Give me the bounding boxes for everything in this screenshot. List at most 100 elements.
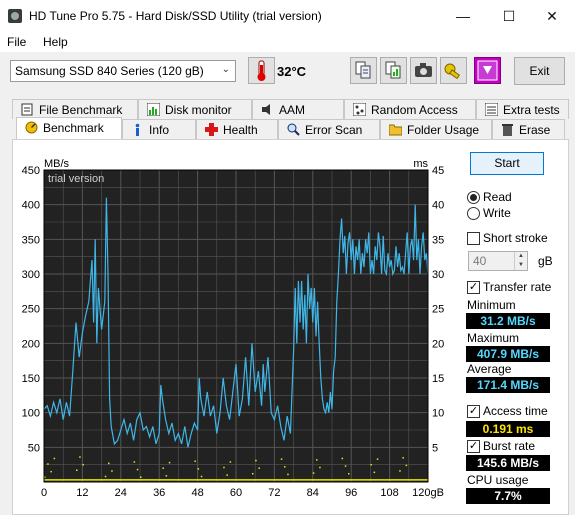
y-axis-label-left: MB/s — [44, 158, 70, 170]
y-tick-label-left: 400 — [22, 200, 40, 212]
drive-select[interactable]: Samsung SSD 840 Series (120 gB) ⌄ — [10, 60, 236, 82]
access-time-point — [348, 472, 350, 475]
copy-info-button[interactable] — [350, 57, 377, 84]
access-time-checkbox[interactable]: ✓ — [467, 405, 480, 418]
tab-health-label: Health — [223, 123, 258, 137]
tab-info[interactable]: Info — [122, 119, 196, 139]
access-time-point — [258, 467, 260, 469]
download-arrow-icon — [477, 60, 498, 81]
access-time-point — [223, 466, 225, 469]
menu-help[interactable]: Help — [43, 35, 68, 49]
window-title: HD Tune Pro 5.75 - Hard Disk/SSD Utility… — [29, 9, 322, 23]
save-button[interactable] — [474, 57, 501, 84]
tab-erase[interactable]: Erase — [492, 119, 565, 139]
write-radio[interactable] — [467, 207, 480, 220]
short-stroke-label: Short stroke — [483, 231, 548, 245]
menu-bar: File Help — [0, 32, 575, 52]
read-radio[interactable] — [467, 191, 480, 204]
start-button[interactable]: Start — [470, 152, 544, 175]
tab-random-access-label: Random Access — [371, 103, 458, 117]
options-button[interactable] — [440, 57, 467, 84]
tab-random-access[interactable]: Random Access — [344, 99, 476, 119]
access-time-point — [162, 467, 164, 469]
tab-erase-label: Erase — [519, 123, 551, 137]
access-time-point — [168, 461, 171, 464]
maximum-label: Maximum — [467, 331, 520, 345]
access-time-point — [405, 464, 408, 467]
short-stroke-checkbox[interactable] — [467, 232, 480, 245]
y-tick-label-right: 30 — [432, 269, 444, 281]
trial-watermark: trial version — [48, 173, 104, 185]
title-bar: HD Tune Pro 5.75 - Hard Disk/SSD Utility… — [0, 0, 575, 32]
temperature-button[interactable] — [248, 57, 275, 84]
tab-extra-tests[interactable]: Extra tests — [476, 99, 569, 119]
x-tick-label: 24 — [115, 487, 127, 499]
x-tick-label: 96 — [345, 487, 357, 499]
x-tick-label: 48 — [191, 487, 203, 499]
access-time-point — [50, 470, 52, 473]
access-time-point — [229, 461, 232, 463]
maximum-value: 407.9 MB/s — [466, 346, 550, 362]
access-time-point — [402, 457, 404, 459]
minimum-value: 31.2 MB/s — [466, 313, 550, 329]
close-button[interactable]: ✕ — [529, 0, 575, 32]
y-tick-label-left: 250 — [22, 304, 40, 316]
short-stroke-unit: gB — [538, 254, 553, 268]
y-tick-label-right: 10 — [432, 408, 444, 420]
folder-icon — [389, 124, 402, 136]
file-benchmark-icon — [21, 103, 33, 116]
maximize-button[interactable]: ☐ — [486, 0, 532, 32]
temperature-value: 32°C — [277, 64, 307, 79]
x-tick-label: 36 — [153, 487, 165, 499]
access-time-point — [133, 461, 136, 463]
transfer-rate-checkbox[interactable]: ✓ — [467, 281, 480, 294]
tab-aam-label: AAM — [279, 103, 306, 117]
access-time-point — [252, 472, 254, 475]
access-time-point — [53, 457, 56, 460]
tab-benchmark[interactable]: Benchmark — [16, 117, 122, 139]
copy-screenshot-button[interactable] — [380, 57, 407, 84]
access-time-point — [226, 474, 228, 476]
tab-folder-usage[interactable]: Folder Usage — [380, 119, 492, 139]
access-time-point — [284, 466, 286, 468]
minimize-button[interactable]: — — [440, 0, 486, 32]
tab-file-benchmark-label: File Benchmark — [39, 103, 123, 117]
access-time-point — [79, 456, 81, 458]
tab-disk-monitor[interactable]: Disk monitor — [138, 99, 252, 119]
access-time-point — [255, 459, 257, 462]
burst-rate-checkbox[interactable]: ✓ — [467, 440, 480, 453]
minimum-label: Minimum — [467, 298, 516, 312]
access-time-point — [319, 466, 321, 469]
hd-tune-app-icon — [8, 9, 22, 23]
y-tick-label-left: 300 — [22, 269, 40, 281]
x-tick-label: 12 — [76, 487, 88, 499]
chevron-down-icon: ⌄ — [221, 64, 230, 75]
access-time-point — [316, 459, 318, 461]
access-time-point — [197, 468, 200, 470]
x-tick-label: 72 — [268, 487, 280, 499]
tab-error-scan[interactable]: Error Scan — [278, 119, 380, 139]
tab-aam[interactable]: AAM — [252, 99, 344, 119]
y-tick-label-left: 450 — [22, 165, 40, 177]
cpu-usage-label: CPU usage — [467, 473, 529, 487]
screenshot-button[interactable] — [410, 57, 437, 84]
tab-benchmark-label: Benchmark — [43, 121, 104, 135]
access-time-point — [344, 465, 347, 467]
tab-file-benchmark[interactable]: File Benchmark — [12, 99, 138, 119]
exit-button[interactable]: Exit — [514, 57, 565, 85]
spin-arrows-icon[interactable]: ▲ ▼ — [514, 252, 527, 270]
camera-icon — [415, 63, 432, 77]
access-time-point — [47, 463, 49, 465]
short-stroke-size-input[interactable]: 40 ▲ ▼ — [468, 251, 528, 271]
tab-health[interactable]: Health — [196, 119, 278, 139]
access-time-point — [399, 470, 401, 472]
x-tick-label: 0 — [41, 487, 47, 499]
x-tick-label: 84 — [307, 487, 319, 499]
tab-extra-tests-label: Extra tests — [503, 103, 560, 117]
y-tick-label-left: 150 — [22, 373, 40, 385]
disk-monitor-icon — [147, 103, 160, 116]
access-time-point — [104, 475, 107, 478]
access-time-label: Access time — [483, 404, 548, 418]
x-tick-label: 60 — [230, 487, 242, 499]
menu-file[interactable]: File — [7, 35, 26, 49]
